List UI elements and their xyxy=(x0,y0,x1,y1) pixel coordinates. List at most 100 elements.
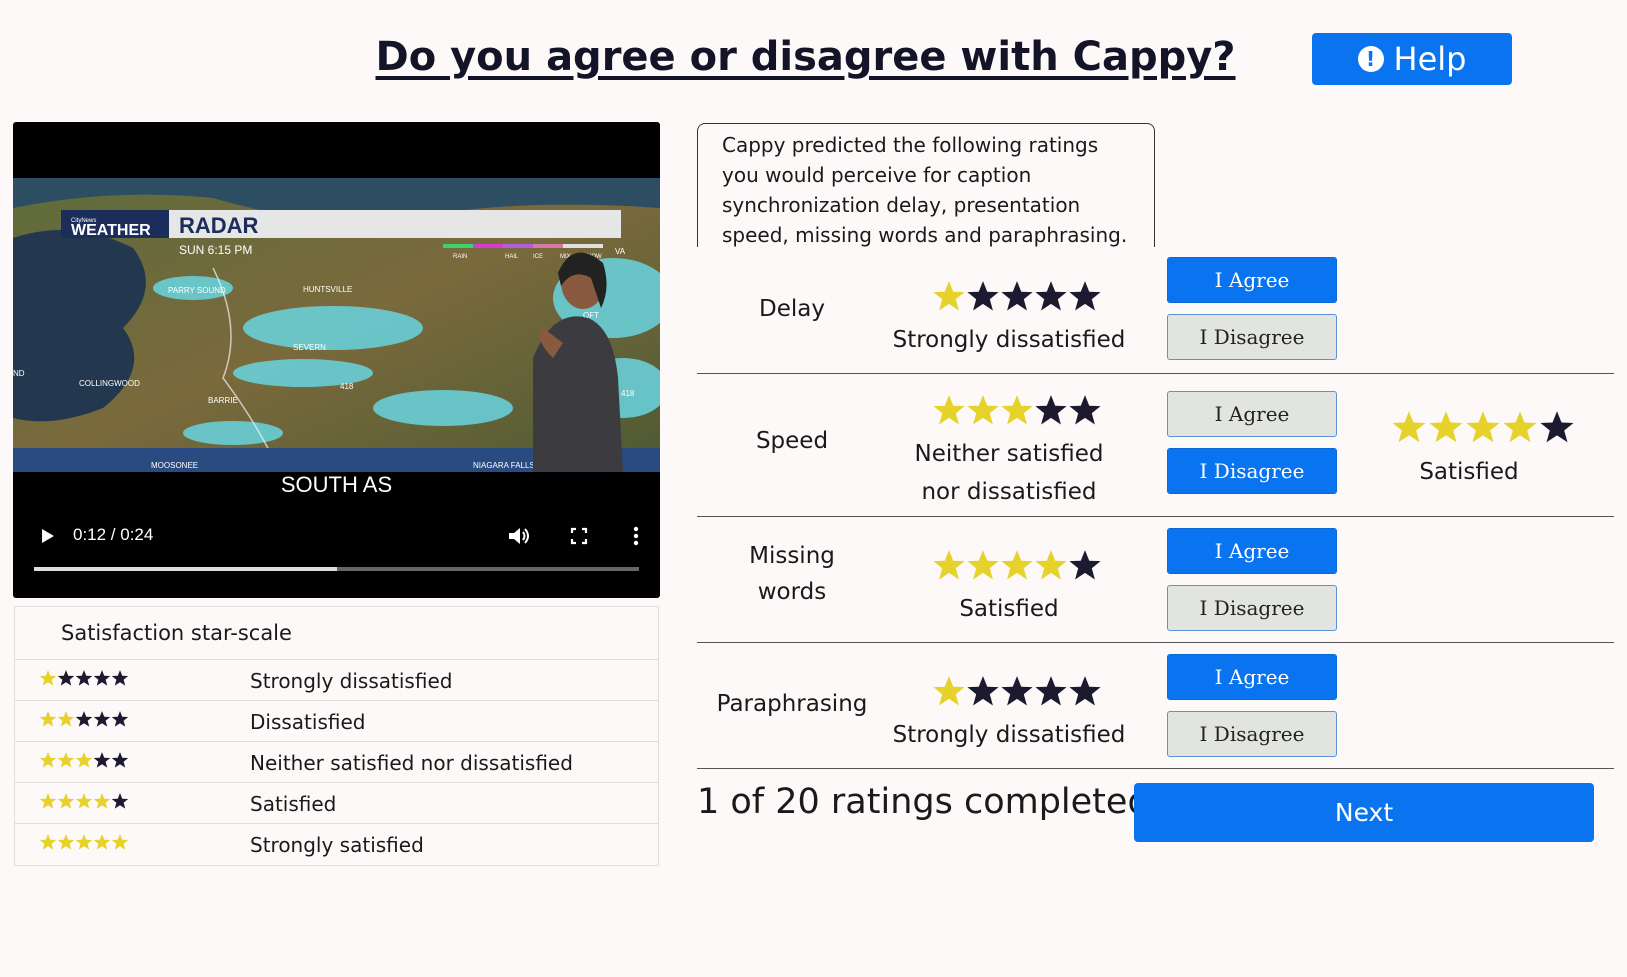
satisfaction-scale-table: Satisfaction star-scale Strongly dissati… xyxy=(14,606,659,866)
star-filled-icon xyxy=(39,834,57,850)
disagree-button[interactable]: I Disagree xyxy=(1167,314,1337,360)
disagree-button[interactable]: I Disagree xyxy=(1167,448,1337,494)
star-filled-icon xyxy=(1429,411,1463,443)
predicted-stars xyxy=(932,548,1102,586)
ratings-progress-text: 1 of 20 ratings completed xyxy=(697,782,1150,822)
predicted-description: Strongly dissatisfied xyxy=(889,321,1129,359)
volume-icon[interactable] xyxy=(506,524,532,548)
scale-label: Strongly satisfied xyxy=(250,833,424,857)
video-progress-fill xyxy=(34,567,337,571)
place-route-418-b: 418 xyxy=(621,389,635,398)
rating-row-speed: Speed Neither satisfied nor dissatisfied I … xyxy=(697,373,1614,516)
star-filled-icon xyxy=(1392,411,1426,443)
star-empty-icon xyxy=(967,676,999,706)
star-empty-icon xyxy=(1069,676,1101,706)
next-button[interactable]: Next xyxy=(1134,783,1594,842)
play-icon[interactable] xyxy=(35,524,59,548)
metric-label-line: Delay xyxy=(759,296,825,322)
video-player[interactable]: CityNews WEATHER RADAR SUN 6:15 PM RAIN … xyxy=(13,122,660,598)
scale-stars xyxy=(39,751,129,773)
star-filled-icon xyxy=(39,793,57,809)
scale-label: Neither satisfied nor dissatisfied xyxy=(250,751,573,775)
scale-star-rating xyxy=(39,670,129,686)
star-empty-icon xyxy=(111,752,129,768)
star-filled-icon xyxy=(39,752,57,768)
rating-row-missing-words: Missing words Satisfied I Agree I Disagree xyxy=(697,516,1614,642)
predicted-stars xyxy=(932,674,1102,712)
agree-button[interactable]: I Agree xyxy=(1167,257,1337,303)
scale-star-rating xyxy=(39,834,129,850)
star-empty-icon xyxy=(93,711,111,727)
scale-stars xyxy=(39,669,129,691)
legend-rain: RAIN xyxy=(453,254,467,260)
predicted-description-line: Strongly dissatisfied xyxy=(892,327,1126,353)
user-star-rating xyxy=(1392,411,1574,443)
predicted-stars xyxy=(932,393,1102,431)
scale-row: Dissatisfied xyxy=(15,700,658,742)
star-filled-icon xyxy=(39,670,57,686)
predicted-star-rating xyxy=(933,676,1101,706)
star-empty-icon xyxy=(111,711,129,727)
star-filled-icon xyxy=(57,752,75,768)
metric-label-line: Paraphrasing xyxy=(716,691,868,717)
scale-stars xyxy=(39,792,129,814)
rating-divider xyxy=(697,768,1614,769)
agree-button[interactable]: I Agree xyxy=(1167,528,1337,574)
scale-label: Dissatisfied xyxy=(250,710,366,734)
star-filled-icon xyxy=(1466,411,1500,443)
star-empty-icon xyxy=(1069,550,1101,580)
user-star-rating-picker[interactable] xyxy=(1391,409,1575,449)
star-empty-icon xyxy=(93,752,111,768)
scale-row: Satisfied xyxy=(15,782,658,824)
legend-ice: ICE xyxy=(533,254,543,260)
place-nd: ND xyxy=(13,369,25,378)
star-filled-icon xyxy=(57,834,75,850)
metric-label: Delay xyxy=(697,291,887,327)
star-empty-icon xyxy=(1069,395,1101,425)
star-filled-icon xyxy=(39,711,57,727)
scale-row: Neither satisfied nor dissatisfied xyxy=(15,741,658,783)
star-filled-icon xyxy=(1035,550,1067,580)
star-empty-icon xyxy=(1035,676,1067,706)
star-filled-icon xyxy=(57,793,75,809)
predicted-description: Neither satisfied nor dissatisfied xyxy=(889,435,1129,511)
rating-row-delay: Delay Strongly dissatisfied I Agree I Disag… xyxy=(697,247,1614,373)
exclamation-icon: ! xyxy=(1357,46,1384,72)
disagree-button[interactable]: I Disagree xyxy=(1167,711,1337,757)
agree-button[interactable]: I Agree xyxy=(1167,391,1337,437)
help-button[interactable]: ! Help xyxy=(1312,33,1512,85)
caption-text: SOUTH AS xyxy=(280,472,393,497)
scale-star-rating xyxy=(39,711,129,727)
place-severn: SEVERN xyxy=(293,343,326,352)
user-rating-description: Satisfied xyxy=(1419,459,1519,485)
star-empty-icon xyxy=(1035,395,1067,425)
fullscreen-icon[interactable] xyxy=(567,524,591,548)
disagree-button[interactable]: I Disagree xyxy=(1167,585,1337,631)
metric-label-line: Missing xyxy=(749,543,835,569)
place-barrie: BARRIE xyxy=(208,396,238,405)
predicted-description-line: Strongly dissatisfied xyxy=(892,722,1126,748)
agree-button[interactable]: I Agree xyxy=(1167,654,1337,700)
place-parry-sound: PARRY SOUND xyxy=(168,286,226,295)
metric-label-line: words xyxy=(757,579,827,605)
overlay-subtitle: SUN 6:15 PM xyxy=(179,243,252,257)
metric-label: Speed xyxy=(697,423,887,459)
star-filled-icon xyxy=(57,711,75,727)
video-progress-bar[interactable] xyxy=(34,567,639,571)
star-empty-icon xyxy=(1001,281,1033,311)
scale-label: Strongly dissatisfied xyxy=(250,669,453,693)
predicted-description-line: Neither satisfied xyxy=(914,441,1104,467)
star-empty-icon xyxy=(75,711,93,727)
more-options-icon[interactable] xyxy=(629,524,643,548)
legend-hail: HAIL xyxy=(505,254,519,260)
scale-stars xyxy=(39,710,129,732)
star-filled-icon xyxy=(93,793,111,809)
predicted-stars xyxy=(932,279,1102,317)
predicted-star-rating xyxy=(933,395,1101,425)
star-empty-icon xyxy=(75,670,93,686)
scale-label: Satisfied xyxy=(250,792,337,816)
star-filled-icon xyxy=(75,834,93,850)
star-empty-icon xyxy=(93,670,111,686)
scale-title: Satisfaction star-scale xyxy=(61,621,292,645)
scale-row: Strongly dissatisfied xyxy=(15,659,658,701)
